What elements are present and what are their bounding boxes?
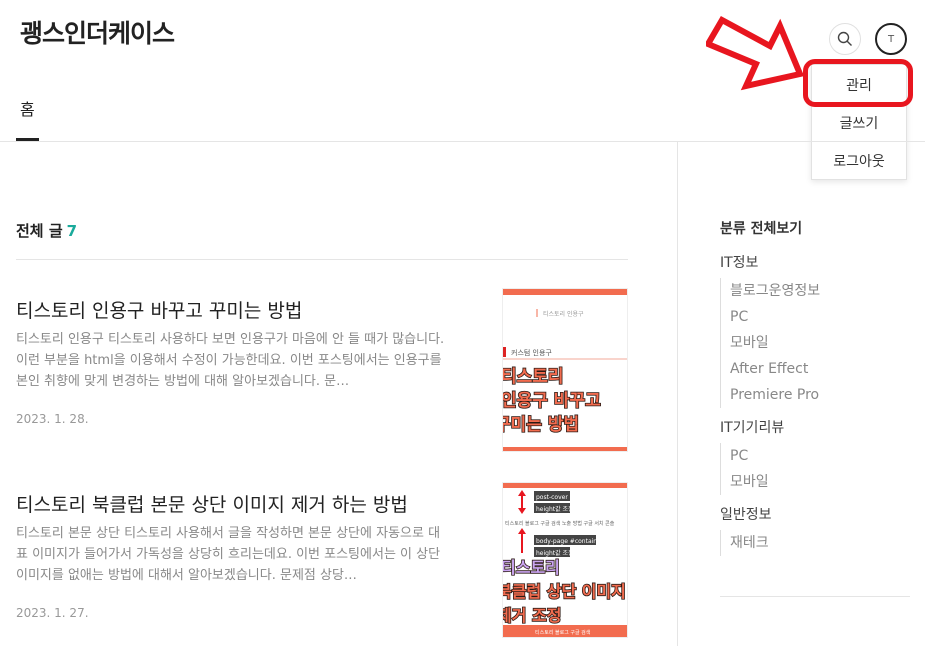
search-icon <box>837 31 852 46</box>
post-list-heading-label: 전체 글 <box>16 222 63 240</box>
thumb-label-2: height값 조절 <box>536 505 574 513</box>
category-group-it-review[interactable]: IT기기리뷰 <box>720 417 784 437</box>
sidebar-divider <box>720 596 910 597</box>
thumb-small-text: 티스토리 블로그 구글 검색 노출 방법 구글 서치 콘솔 <box>505 520 615 527</box>
avatar-initial: T <box>887 33 895 45</box>
post-thumbnail-graphic: 티스토리 인용구 커스텀 인용구 티스토리 인용구 바꾸고 꾸미는 방법 <box>503 289 627 451</box>
category-item[interactable]: 블로그운영정보 <box>720 278 820 304</box>
category-item[interactable]: PC <box>720 304 748 330</box>
thumb-line-3: 제거 조정 <box>503 606 561 625</box>
nav-divider <box>0 141 925 142</box>
thumb-tag: 커스텀 인용구 <box>511 348 552 357</box>
post-title[interactable]: 티스토리 인용구 바꾸고 꾸미는 방법 <box>16 296 456 323</box>
category-all[interactable]: 분류 전체보기 <box>720 218 802 238</box>
thumb-line-1: 티스토리 <box>503 558 560 577</box>
thumb-label-3: body-page #container <box>536 538 604 545</box>
thumb-bottom-caption: 티스토리 블로그 구글 검색 <box>535 629 591 636</box>
post-title[interactable]: 티스토리 북클럽 본문 상단 이미지 제거 하는 방법 <box>16 490 456 517</box>
thumb-line-2: 북클럽 상단 이미지 <box>503 582 626 601</box>
post-date: 2023. 1. 27. <box>16 606 89 620</box>
thumb-label-1: post-cover <box>536 494 568 501</box>
post-list-heading: 전체 글7 <box>16 220 77 241</box>
category-item[interactable]: 재테크 <box>720 530 769 556</box>
category-item[interactable]: 모바일 <box>720 330 769 356</box>
thumb-line-3: 꾸미는 방법 <box>503 415 579 435</box>
post-thumbnail[interactable]: post-cover height값 조절 티스토리 블로그 구글 검색 노출 … <box>502 482 628 638</box>
post-excerpt[interactable]: 티스토리 본문 상단 티스토리 사용해서 글을 작성하면 본문 상단에 자동으로… <box>16 523 446 586</box>
post-count: 7 <box>66 222 78 240</box>
search-button[interactable] <box>829 23 861 55</box>
post-item[interactable]: 티스토리 인용구 바꾸고 꾸미는 방법 티스토리 인용구 티스토리 사용하다 보… <box>16 288 628 452</box>
blog-title[interactable]: 괭스인더케이스 <box>20 14 175 50</box>
avatar[interactable]: T <box>875 23 907 55</box>
post-date: 2023. 1. 28. <box>16 412 89 426</box>
post-excerpt[interactable]: 티스토리 인용구 티스토리 사용하다 보면 인용구가 마음에 안 들 때가 많습… <box>16 329 446 392</box>
category-group-general[interactable]: 일반정보 <box>720 504 772 524</box>
category-item[interactable]: PC <box>720 443 748 469</box>
post-thumbnail-graphic: post-cover height값 조절 티스토리 블로그 구글 검색 노출 … <box>503 483 627 637</box>
annotation-highlight-box <box>803 59 913 107</box>
post-list-divider <box>16 259 628 260</box>
category-group-it-info[interactable]: IT정보 <box>720 252 758 272</box>
post-thumbnail[interactable]: 티스토리 인용구 커스텀 인용구 티스토리 인용구 바꾸고 꾸미는 방법 <box>502 288 628 452</box>
menu-item-write[interactable]: 글쓰기 <box>812 104 906 142</box>
nav-tab-home[interactable]: 홈 <box>20 96 35 120</box>
category-item[interactable]: Premiere Pro <box>720 382 819 408</box>
column-divider <box>677 142 678 646</box>
annotation-arrow-icon <box>706 15 805 91</box>
category-item[interactable]: 모바일 <box>720 469 769 495</box>
category-item[interactable]: After Effect <box>720 356 808 382</box>
menu-item-logout[interactable]: 로그아웃 <box>812 142 906 180</box>
thumb-line-2: 인용구 바꾸고 <box>503 391 601 411</box>
thumb-label-4: height값 조절 <box>536 549 574 557</box>
thumb-top-caption: 티스토리 인용구 <box>543 310 584 318</box>
post-item[interactable]: 티스토리 북클럽 본문 상단 이미지 제거 하는 방법 티스토리 본문 상단 티… <box>16 482 628 640</box>
thumb-line-1: 티스토리 <box>503 367 564 387</box>
